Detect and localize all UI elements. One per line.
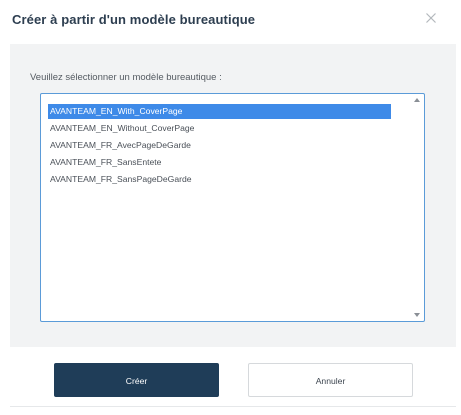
template-option-fr-avec-page-de-garde[interactable]: AVANTEAM_FR_AvecPageDeGarde bbox=[48, 138, 191, 153]
template-select-label: Veuillez sélectionner un modèle bureauti… bbox=[30, 72, 222, 83]
template-option-en-with-coverpage[interactable]: AVANTEAM_EN_With_CoverPage bbox=[48, 104, 391, 119]
template-option-fr-sans-page-de-garde[interactable]: AVANTEAM_FR_SansPageDeGarde bbox=[48, 172, 192, 187]
template-option-fr-sans-entete[interactable]: AVANTEAM_FR_SansEntete bbox=[48, 155, 161, 170]
template-listbox[interactable]: AVANTEAM_EN_With_CoverPage AVANTEAM_EN_W… bbox=[40, 93, 425, 322]
template-option-en-without-coverpage[interactable]: AVANTEAM_EN_Without_CoverPage bbox=[48, 121, 194, 136]
dialog-header: Créer à partir d'un modèle bureautique bbox=[0, 0, 461, 44]
close-icon bbox=[426, 13, 436, 23]
office-template-dialog: Créer à partir d'un modèle bureautique V… bbox=[0, 0, 461, 415]
footer-divider bbox=[10, 406, 456, 407]
scroll-up-arrow-icon[interactable] bbox=[414, 98, 420, 102]
create-button[interactable]: Créer bbox=[54, 363, 219, 397]
cancel-button[interactable]: Annuler bbox=[248, 363, 413, 397]
close-button[interactable] bbox=[423, 10, 439, 26]
listbox-scrollbar[interactable] bbox=[412, 95, 423, 320]
dialog-title: Créer à partir d'un modèle bureautique bbox=[12, 12, 256, 27]
scroll-down-arrow-icon[interactable] bbox=[414, 313, 420, 317]
